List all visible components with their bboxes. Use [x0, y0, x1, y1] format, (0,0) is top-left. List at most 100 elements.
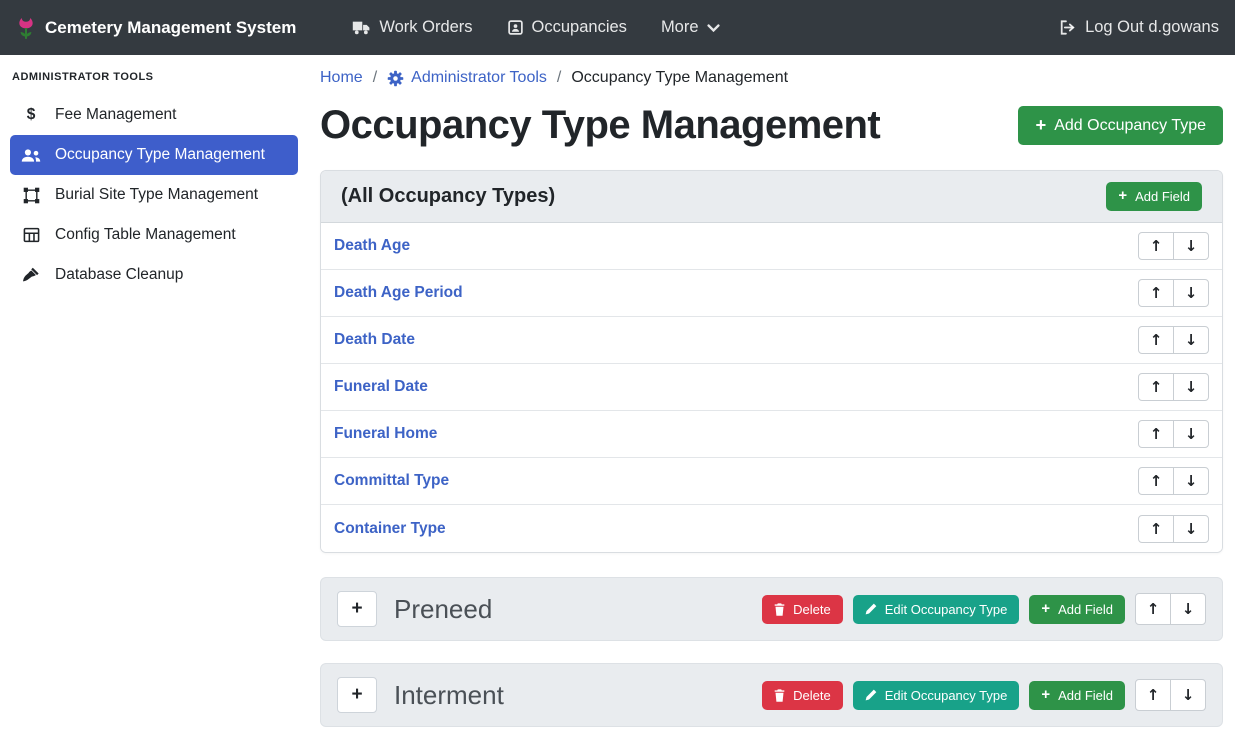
sidebar-item-fee-management[interactable]: $ Fee Management [10, 95, 298, 135]
add-occupancy-type-button[interactable]: + Add Occupancy Type [1018, 106, 1223, 144]
move-down-button[interactable]: ↓ [1173, 326, 1209, 354]
pencil-icon [865, 603, 877, 615]
field-row: Committal Type ↑ ↓ [321, 458, 1222, 505]
sidebar-section-header: ADMINISTRATOR TOOLS [0, 65, 308, 95]
pencil-icon [865, 689, 877, 701]
plus-icon: + [351, 684, 362, 706]
breadcrumb-administrator-tools[interactable]: Administrator Tools [387, 69, 547, 87]
brand-title: Cemetery Management System [45, 18, 296, 38]
move-up-button[interactable]: ↑ [1138, 373, 1174, 401]
occupancy-type-section-interment: + Interment Delete [320, 663, 1223, 727]
breadcrumb-home[interactable]: Home [320, 69, 363, 87]
expand-section-button[interactable]: + [337, 591, 377, 627]
logout-button[interactable]: Log Out d.gowans [1058, 18, 1219, 37]
move-up-button[interactable]: ↑ [1138, 515, 1174, 543]
card-header: (All Occupancy Types) + Add Field [321, 171, 1222, 223]
trash-icon [774, 603, 785, 616]
section-actions: Delete Edit Occupancy Type + Add Field ↑ [762, 679, 1206, 711]
sidebar-item-label: Config Table Management [55, 226, 236, 244]
field-link[interactable]: Committal Type [334, 472, 449, 490]
field-row: Funeral Date ↑ ↓ [321, 364, 1222, 411]
add-field-button[interactable]: + Add Field [1106, 182, 1202, 211]
broom-icon [20, 267, 42, 283]
add-field-button[interactable]: + Add Field [1029, 681, 1125, 710]
plus-icon: + [1035, 116, 1046, 134]
field-row: Death Date ↑ ↓ [321, 317, 1222, 364]
reorder-controls: ↑ ↓ [1138, 515, 1209, 543]
section-title: Preneed [394, 594, 492, 625]
main-content: Home / Administrator Tools [308, 55, 1235, 738]
breadcrumb: Home / Administrator Tools [320, 69, 1223, 87]
move-up-button[interactable]: ↑ [1138, 326, 1174, 354]
reorder-controls: ↑ ↓ [1138, 420, 1209, 448]
page-title: Occupancy Type Management [320, 103, 880, 148]
users-icon [20, 148, 42, 163]
sidebar-item-occupancy-type-management[interactable]: Occupancy Type Management [10, 135, 298, 175]
move-down-button[interactable]: ↓ [1173, 420, 1209, 448]
vector-square-icon [20, 187, 42, 204]
table-icon [20, 227, 42, 243]
sidebar-item-burial-site-type-management[interactable]: Burial Site Type Management [10, 175, 298, 215]
nav-more[interactable]: More [661, 18, 720, 37]
move-down-button[interactable]: ↓ [1173, 279, 1209, 307]
edit-occupancy-type-button[interactable]: Edit Occupancy Type [853, 595, 1020, 624]
move-down-button[interactable]: ↓ [1173, 373, 1209, 401]
logout-label: Log Out d.gowans [1085, 18, 1219, 37]
move-up-button[interactable]: ↑ [1138, 467, 1174, 495]
field-link[interactable]: Container Type [334, 520, 446, 538]
plus-icon: + [1041, 688, 1050, 703]
nav-work-orders[interactable]: Work Orders [352, 18, 472, 37]
field-link[interactable]: Funeral Home [334, 425, 437, 443]
nav-occupancies[interactable]: Occupancies [507, 18, 627, 37]
move-up-button[interactable]: ↑ [1138, 232, 1174, 260]
reorder-controls: ↑ ↓ [1138, 279, 1209, 307]
sidebar-item-label: Burial Site Type Management [55, 186, 258, 204]
reorder-controls: ↑ ↓ [1138, 232, 1209, 260]
delete-button[interactable]: Delete [762, 595, 843, 624]
sidebar-item-label: Fee Management [55, 106, 177, 124]
reorder-controls: ↑ ↓ [1135, 679, 1206, 711]
move-down-button[interactable]: ↓ [1173, 515, 1209, 543]
occupancy-square-icon [507, 19, 524, 36]
move-up-button[interactable]: ↑ [1135, 679, 1171, 711]
breadcrumb-current: Occupancy Type Management [571, 69, 788, 87]
plus-icon: + [351, 598, 362, 620]
sidebar: ADMINISTRATOR TOOLS $ Fee Management Occ… [0, 55, 308, 738]
move-up-button[interactable]: ↑ [1138, 420, 1174, 448]
reorder-controls: ↑ ↓ [1135, 593, 1206, 625]
move-up-button[interactable]: ↑ [1135, 593, 1171, 625]
sidebar-item-database-cleanup[interactable]: Database Cleanup [10, 255, 298, 295]
navbar-links: Work Orders Occupancies More [318, 18, 719, 37]
field-link[interactable]: Death Age [334, 237, 410, 255]
section-actions: Delete Edit Occupancy Type + Add Field ↑ [762, 593, 1206, 625]
move-down-button[interactable]: ↓ [1170, 679, 1206, 711]
move-down-button[interactable]: ↓ [1173, 467, 1209, 495]
field-row: Death Age ↑ ↓ [321, 223, 1222, 270]
expand-section-button[interactable]: + [337, 677, 377, 713]
sidebar-item-label: Occupancy Type Management [55, 146, 265, 164]
dollar-icon: $ [20, 106, 42, 124]
delete-button[interactable]: Delete [762, 681, 843, 710]
nav-label: Work Orders [379, 18, 472, 37]
field-row: Death Age Period ↑ ↓ [321, 270, 1222, 317]
edit-occupancy-type-button[interactable]: Edit Occupancy Type [853, 681, 1020, 710]
nav-label: Occupancies [532, 18, 627, 37]
brand-link[interactable]: Cemetery Management System [16, 16, 296, 40]
plus-icon: + [1041, 602, 1050, 617]
sidebar-item-config-table-management[interactable]: Config Table Management [10, 215, 298, 255]
move-down-button[interactable]: ↓ [1170, 593, 1206, 625]
tulip-logo-icon [16, 16, 36, 40]
field-link[interactable]: Death Age Period [334, 284, 463, 302]
move-down-button[interactable]: ↓ [1173, 232, 1209, 260]
field-link[interactable]: Death Date [334, 331, 415, 349]
occupancy-type-section-preneed: + Preneed Delete [320, 577, 1223, 641]
field-link[interactable]: Funeral Date [334, 378, 428, 396]
nav-label: More [661, 18, 699, 37]
move-up-button[interactable]: ↑ [1138, 279, 1174, 307]
field-row: Container Type ↑ ↓ [321, 505, 1222, 552]
sidebar-item-label: Database Cleanup [55, 266, 183, 284]
field-row: Funeral Home ↑ ↓ [321, 411, 1222, 458]
reorder-controls: ↑ ↓ [1138, 326, 1209, 354]
add-field-button[interactable]: + Add Field [1029, 595, 1125, 624]
trash-icon [774, 689, 785, 702]
